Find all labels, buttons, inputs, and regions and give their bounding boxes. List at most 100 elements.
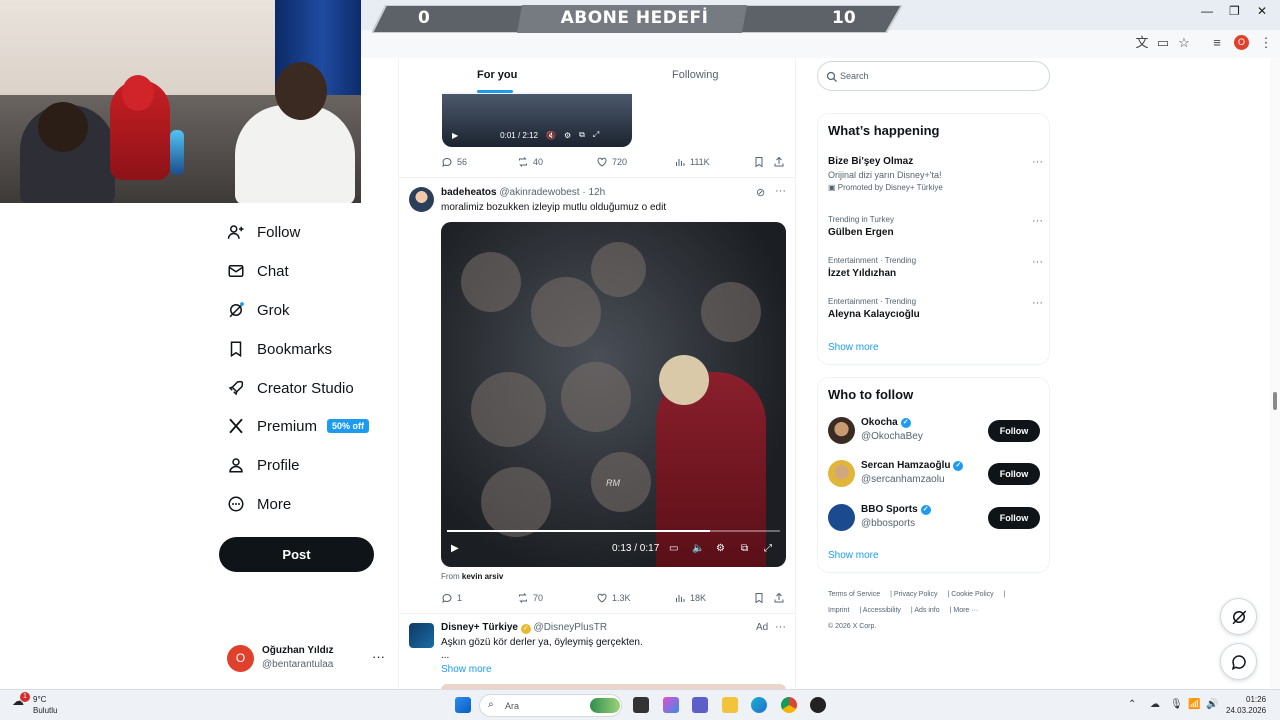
tweet-video-player[interactable]: RM ▶ 0:13 / 0:17 ▭ 🔈 ⚙ ⧉ ⤢ xyxy=(441,222,786,567)
close-icon[interactable]: ✕ xyxy=(1257,4,1267,18)
follow-button[interactable]: Follow xyxy=(988,463,1040,485)
minimize-icon[interactable]: — xyxy=(1201,4,1213,18)
grok-icon[interactable]: ⊘ xyxy=(756,186,765,199)
trend-item[interactable]: Entertainment · Trending İzzet Yıldızhan… xyxy=(828,256,1043,279)
footer-link[interactable]: Terms of Service xyxy=(828,591,880,598)
tweet-more-icon[interactable]: ··· xyxy=(775,185,786,197)
avatar[interactable] xyxy=(409,187,434,212)
nav-follow[interactable]: Follow xyxy=(227,217,300,247)
like-button[interactable]: 1.3K xyxy=(596,592,631,604)
ad-more-icon[interactable]: ··· xyxy=(775,621,786,633)
mute-icon[interactable]: 🔇 xyxy=(546,131,556,140)
avatar[interactable] xyxy=(409,623,434,648)
footer-link[interactable]: Accessibility xyxy=(863,607,901,614)
trend-item[interactable]: Bize Bi'şey Olmaz Orijinal dizi yarın Di… xyxy=(828,156,1043,192)
video-source-name[interactable]: kevin arsiv xyxy=(462,572,503,581)
nav-grok[interactable]: Grok xyxy=(227,295,290,325)
chrome-icon[interactable] xyxy=(781,697,797,713)
video-progress-bar[interactable] xyxy=(447,530,780,532)
top-video-player[interactable]: ▶ 0:01 / 2:12 🔇 ⚙ ⧉ ⤢ xyxy=(442,92,632,147)
scrollbar-thumb[interactable] xyxy=(1273,392,1277,410)
trend-more-icon[interactable]: ··· xyxy=(1032,156,1043,168)
trend-more-icon[interactable]: ··· xyxy=(1032,215,1043,227)
follow-button[interactable]: Follow xyxy=(988,507,1040,529)
browser-menu-icon[interactable]: ⋮ xyxy=(1256,34,1276,52)
footer-link[interactable]: Imprint xyxy=(828,607,849,614)
footer-link[interactable]: Privacy Policy xyxy=(894,591,938,598)
task-view-icon[interactable] xyxy=(633,697,649,713)
tweet-author-name[interactable]: badeheatos xyxy=(441,187,497,198)
wifi-icon[interactable]: 📶 xyxy=(1188,699,1200,710)
chat-float-button[interactable] xyxy=(1220,643,1257,680)
bookmark-button[interactable] xyxy=(753,156,765,168)
account-switcher[interactable]: O Oğuzhan Yıldız @bentarantulaa ··· xyxy=(227,645,387,675)
follow-suggestion[interactable]: Sercan Hamzaoğlu ✓ @sercanhamzaolu Follow xyxy=(828,460,1043,490)
trend-more-icon[interactable]: ··· xyxy=(1032,256,1043,268)
views-button[interactable]: 111K xyxy=(674,156,710,168)
obs-icon[interactable] xyxy=(810,697,826,713)
repost-button[interactable]: 70 xyxy=(517,592,543,604)
fullscreen-icon[interactable]: ⤢ xyxy=(593,130,599,140)
windows-start-icon[interactable] xyxy=(455,697,471,713)
share-button[interactable] xyxy=(773,156,785,168)
nav-more[interactable]: More xyxy=(227,489,291,519)
taskbar-search[interactable]: ⌕ Ara xyxy=(479,694,622,717)
file-explorer-icon[interactable] xyxy=(722,697,738,713)
follow-show-more[interactable]: Show more xyxy=(828,550,879,561)
share-button[interactable] xyxy=(773,592,785,604)
trend-more-icon[interactable]: ··· xyxy=(1032,297,1043,309)
play-icon[interactable]: ▶ xyxy=(451,543,459,554)
ad-author-handle[interactable]: @DisneyPlusTR xyxy=(534,622,608,633)
settings-icon[interactable]: ⚙ xyxy=(564,131,571,140)
trend-item[interactable]: Trending in Turkey Gülben Ergen ··· xyxy=(828,215,1043,238)
system-clock[interactable]: 01:26 24.03.2026 xyxy=(1226,694,1266,716)
tab-following[interactable]: Following xyxy=(672,69,718,81)
translate-icon[interactable]: 文 xyxy=(1132,34,1152,52)
search-input[interactable]: Search xyxy=(817,61,1050,91)
footer-link[interactable]: More ··· xyxy=(953,607,978,614)
ad-show-more[interactable]: Show more xyxy=(441,664,492,675)
captions-icon[interactable]: ▭ xyxy=(669,543,678,554)
nav-premium[interactable]: Premium 50% off xyxy=(227,411,370,441)
speaker-icon[interactable]: 🔊 xyxy=(1206,699,1218,710)
nav-profile[interactable]: Profile xyxy=(227,450,300,480)
repost-button[interactable]: 40 xyxy=(517,156,543,168)
browser-profile-avatar[interactable]: O xyxy=(1234,35,1249,50)
pip-icon[interactable]: ⧉ xyxy=(741,543,748,554)
edge-icon[interactable] xyxy=(751,697,767,713)
follow-button[interactable]: Follow xyxy=(988,420,1040,442)
tweet-time[interactable]: · 12h xyxy=(582,187,605,198)
ad-author-name[interactable]: Disney+ Türkiye xyxy=(441,622,518,633)
chevron-up-icon[interactable]: ⌃ xyxy=(1128,699,1136,710)
cloud-sync-icon[interactable]: ☁ xyxy=(1150,699,1160,710)
volume-icon[interactable]: 🔈 xyxy=(692,543,704,554)
follow-suggestion[interactable]: Okocha ✓ @OkochaBey Follow xyxy=(828,417,1043,447)
teams-icon[interactable] xyxy=(692,697,708,713)
page-scrollbar[interactable] xyxy=(1270,58,1280,690)
footer-link[interactable]: Cookie Policy xyxy=(951,591,993,598)
trend-item[interactable]: Entertainment · Trending Aleyna Kalaycıo… xyxy=(828,297,1043,320)
trends-show-more[interactable]: Show more xyxy=(828,342,879,353)
like-button[interactable]: 720 xyxy=(596,156,627,168)
tab-for-you[interactable]: For you xyxy=(477,69,517,81)
microphone-icon[interactable]: 🎙 xyxy=(1170,699,1183,710)
play-icon[interactable]: ▶ xyxy=(452,131,458,140)
nav-creator-studio[interactable]: Creator Studio xyxy=(227,373,354,403)
bookmark-button[interactable] xyxy=(753,592,765,604)
bookmark-star-icon[interactable]: ☆ xyxy=(1174,34,1194,52)
account-more-icon[interactable]: ··· xyxy=(372,649,385,664)
cast-icon[interactable]: ▭ xyxy=(1153,34,1173,52)
fullscreen-icon[interactable]: ⤢ xyxy=(764,543,772,554)
views-button[interactable]: 18K xyxy=(674,592,706,604)
footer-link[interactable]: Ads info xyxy=(914,607,939,614)
follow-suggestion[interactable]: BBO Sports ✓ @bbosports Follow xyxy=(828,504,1043,534)
nav-chat[interactable]: Chat xyxy=(227,256,289,286)
post-button[interactable]: Post xyxy=(219,537,374,572)
tweet-author-handle[interactable]: @akinradewobest xyxy=(499,187,579,198)
settings-icon[interactable]: ⚙ xyxy=(716,543,725,554)
copilot-icon[interactable] xyxy=(663,697,679,713)
reply-button[interactable]: 1 xyxy=(441,592,462,604)
reply-button[interactable]: 56 xyxy=(441,156,467,168)
grok-float-button[interactable] xyxy=(1220,598,1257,635)
pip-icon[interactable]: ⧉ xyxy=(579,130,585,140)
